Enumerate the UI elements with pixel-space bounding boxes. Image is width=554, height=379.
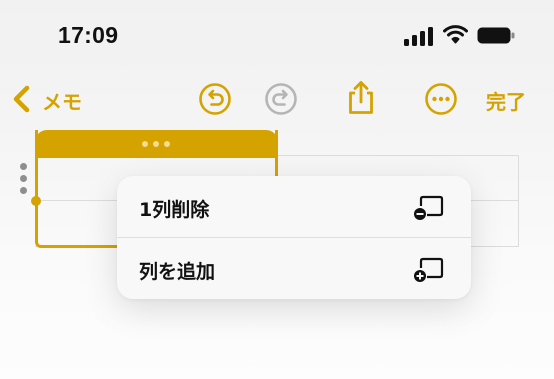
share-icon[interactable]	[344, 79, 378, 117]
back-button[interactable]: メモ	[42, 86, 82, 115]
cellular-signal-icon	[404, 26, 434, 46]
menu-item-label: 1列削除	[139, 199, 210, 221]
back-chevron-icon[interactable]	[10, 84, 36, 114]
handle-dot-icon	[164, 141, 170, 147]
handle-dot-icon	[142, 141, 148, 147]
redo-icon[interactable]	[264, 82, 298, 116]
column-add-icon	[414, 257, 444, 282]
row-handle-icon[interactable]	[19, 163, 29, 195]
column-handle[interactable]	[35, 130, 278, 158]
status-time: 17:09	[58, 22, 119, 48]
battery-icon	[477, 27, 515, 44]
column-delete-icon	[414, 195, 444, 220]
menu-item-label: 列を追加	[139, 261, 216, 283]
menu-item-add-column[interactable]: 列を追加	[117, 238, 471, 299]
wifi-icon	[443, 25, 468, 44]
handle-dot-icon	[153, 141, 159, 147]
selection-knob[interactable]	[31, 196, 41, 206]
undo-icon[interactable]	[198, 82, 232, 116]
done-button[interactable]: 完了	[486, 86, 526, 115]
menu-item-delete-column[interactable]: 1列削除	[117, 176, 471, 237]
more-options-icon[interactable]	[424, 82, 458, 116]
context-menu: 1列削除 列を追加	[117, 176, 471, 299]
